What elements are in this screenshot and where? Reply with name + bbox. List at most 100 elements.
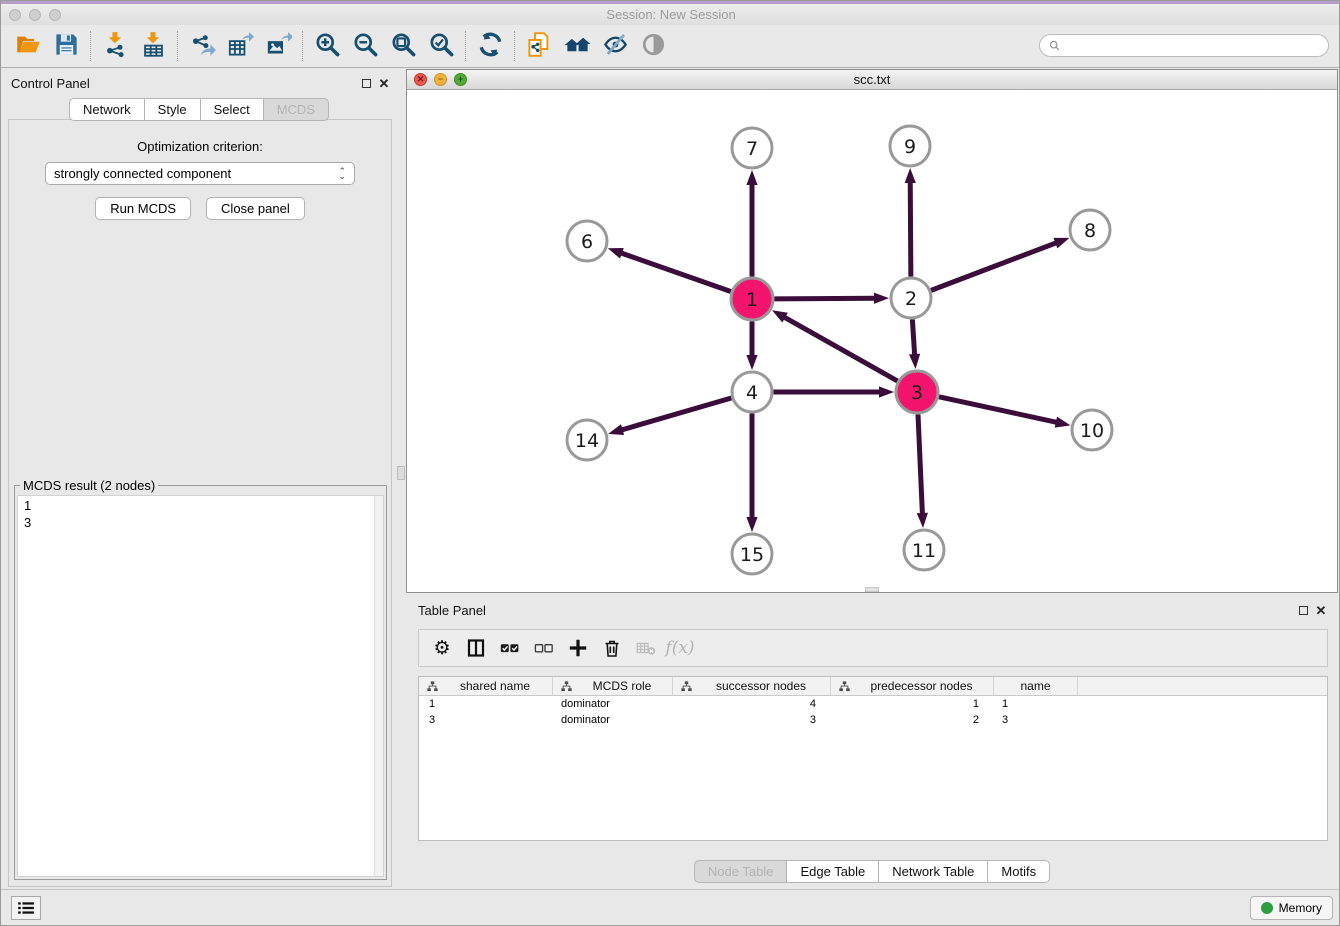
tab-motifs[interactable]: Motifs [988, 860, 1050, 883]
zoom-selected-button[interactable] [422, 29, 460, 63]
edge-3-10[interactable] [939, 397, 1058, 423]
zoom-out-button[interactable] [346, 29, 384, 63]
tab-style[interactable]: Style [145, 98, 201, 121]
column-header-shared-name[interactable]: shared name [419, 677, 553, 695]
mcds-result-area[interactable]: 1 3 [17, 495, 384, 877]
function-button: f(x) [665, 633, 695, 663]
run-mcds-button[interactable]: Run MCDS [95, 197, 191, 220]
toolbar-separator [302, 31, 303, 61]
column-header-predecessor-nodes[interactable]: predecessor nodes [831, 677, 994, 695]
cell-predecessor-nodes[interactable]: 1 [831, 698, 994, 710]
cell-successor-nodes[interactable]: 4 [673, 698, 831, 710]
window-title: Session: New Session [1, 7, 1340, 22]
task-history-button[interactable] [11, 896, 41, 920]
table-header-row: shared nameMCDS role successor nodes prede… [419, 677, 1327, 696]
import-table-button[interactable] [134, 29, 172, 63]
delete-button[interactable] [597, 633, 627, 663]
zoom-fit-button[interactable] [384, 29, 422, 63]
import-network-button[interactable] [96, 29, 134, 63]
memory-button[interactable]: Memory [1250, 896, 1333, 920]
node-label-7: 7 [746, 138, 758, 160]
edge-4-14[interactable] [621, 398, 732, 430]
cell-MCDS-role[interactable]: dominator [553, 698, 673, 710]
edge-3-11[interactable] [918, 414, 922, 515]
optimization-criterion-label: Optimization criterion: [9, 139, 391, 154]
tab-edge-table[interactable]: Edge Table [787, 860, 879, 883]
deselect-all-button[interactable] [529, 633, 559, 663]
vertical-splitter-grip[interactable] [397, 466, 405, 480]
search-box [1039, 34, 1329, 57]
column-header-successor-nodes[interactable]: successor nodes [673, 677, 831, 695]
arrowhead-2-3 [909, 354, 920, 369]
add-button[interactable] [563, 633, 593, 663]
tab-node-table[interactable]: Node Table [694, 860, 788, 883]
table-row-1[interactable]: 1dominator411 [419, 696, 1327, 712]
optimization-criterion-select[interactable]: strongly connected component ⌃⌄ [45, 162, 355, 185]
save-button[interactable] [47, 29, 85, 63]
list-icon [17, 901, 35, 915]
export-table-button[interactable] [221, 29, 259, 63]
column-header-MCDS-role[interactable]: MCDS role [553, 677, 673, 695]
close-panel-button[interactable]: Close panel [206, 197, 305, 220]
copy-network-button[interactable] [520, 29, 558, 63]
cell-successor-nodes[interactable]: 3 [673, 714, 831, 726]
float-table-panel-icon[interactable] [1294, 602, 1312, 618]
node-label-15: 15 [740, 544, 764, 566]
network-window-titlebar[interactable]: ✕ − + scc.txt [407, 70, 1337, 90]
zoom-out-icon [352, 31, 379, 61]
toolbar-separator [514, 31, 515, 61]
import-network-icon [102, 31, 129, 61]
arrowhead-2-9 [905, 168, 916, 183]
node-label-2: 2 [905, 288, 917, 310]
cell-MCDS-role[interactable]: dominator [553, 714, 673, 726]
column-label: successor nodes [696, 679, 826, 693]
export-image-button[interactable] [259, 29, 297, 63]
mcds-tab-content: Optimization criterion: strongly connect… [8, 119, 392, 887]
table-panel-title: Table Panel [418, 603, 486, 618]
export-network-button[interactable] [183, 29, 221, 63]
edge-1-2[interactable] [774, 298, 876, 299]
zoom-in-button[interactable] [308, 29, 346, 63]
table-row-2[interactable]: 3dominator323 [419, 712, 1327, 728]
birdseye-button[interactable] [634, 29, 672, 63]
close-panel-icon[interactable]: ✕ [375, 75, 393, 91]
home-button[interactable] [558, 29, 596, 63]
hide-display-button[interactable] [596, 29, 634, 63]
columns-button[interactable] [461, 633, 491, 663]
result-scrollbar[interactable] [374, 496, 383, 876]
search-input[interactable] [1066, 39, 1320, 53]
edge-3-1[interactable] [783, 317, 897, 381]
close-table-panel-icon[interactable]: ✕ [1312, 602, 1330, 618]
float-panel-icon[interactable] [357, 75, 375, 91]
tab-network-table[interactable]: Network Table [879, 860, 988, 883]
control-panel-tabs: NetworkStyleSelectMCDS [1, 98, 397, 121]
column-label: name [998, 679, 1073, 693]
main-toolbar [1, 25, 1340, 68]
cell-shared-name[interactable]: 3 [419, 714, 553, 726]
cell-name[interactable]: 3 [994, 714, 1078, 726]
cell-shared-name[interactable]: 1 [419, 698, 553, 710]
select-all-icon [500, 638, 520, 658]
tab-select[interactable]: Select [201, 98, 264, 121]
node-label-10: 10 [1080, 420, 1104, 442]
gear-button[interactable]: ⚙ [427, 633, 457, 663]
horizontal-splitter-grip[interactable] [865, 587, 879, 592]
network-canvas[interactable]: 7968124314101511 [407, 90, 1337, 592]
edge-2-3[interactable] [912, 319, 914, 356]
column-header-name[interactable]: name [994, 677, 1078, 695]
cell-predecessor-nodes[interactable]: 2 [831, 714, 994, 726]
mcds-result-group: MCDS result (2 nodes) 1 3 [14, 478, 387, 880]
tab-network[interactable]: Network [69, 98, 145, 121]
mcds-result-lines: 1 3 [18, 496, 383, 534]
edge-2-9[interactable] [910, 181, 911, 277]
cell-name[interactable]: 1 [994, 698, 1078, 710]
edge-2-8[interactable] [931, 242, 1057, 290]
copy-network-icon [526, 31, 553, 61]
open-folder-button[interactable] [9, 29, 47, 63]
network-graph: 7968124314101511 [407, 90, 1337, 592]
select-all-button[interactable] [495, 633, 525, 663]
edge-1-6[interactable] [620, 253, 731, 292]
tab-mcds[interactable]: MCDS [264, 98, 329, 121]
refresh-button[interactable] [471, 29, 509, 63]
refresh-icon [477, 31, 504, 61]
